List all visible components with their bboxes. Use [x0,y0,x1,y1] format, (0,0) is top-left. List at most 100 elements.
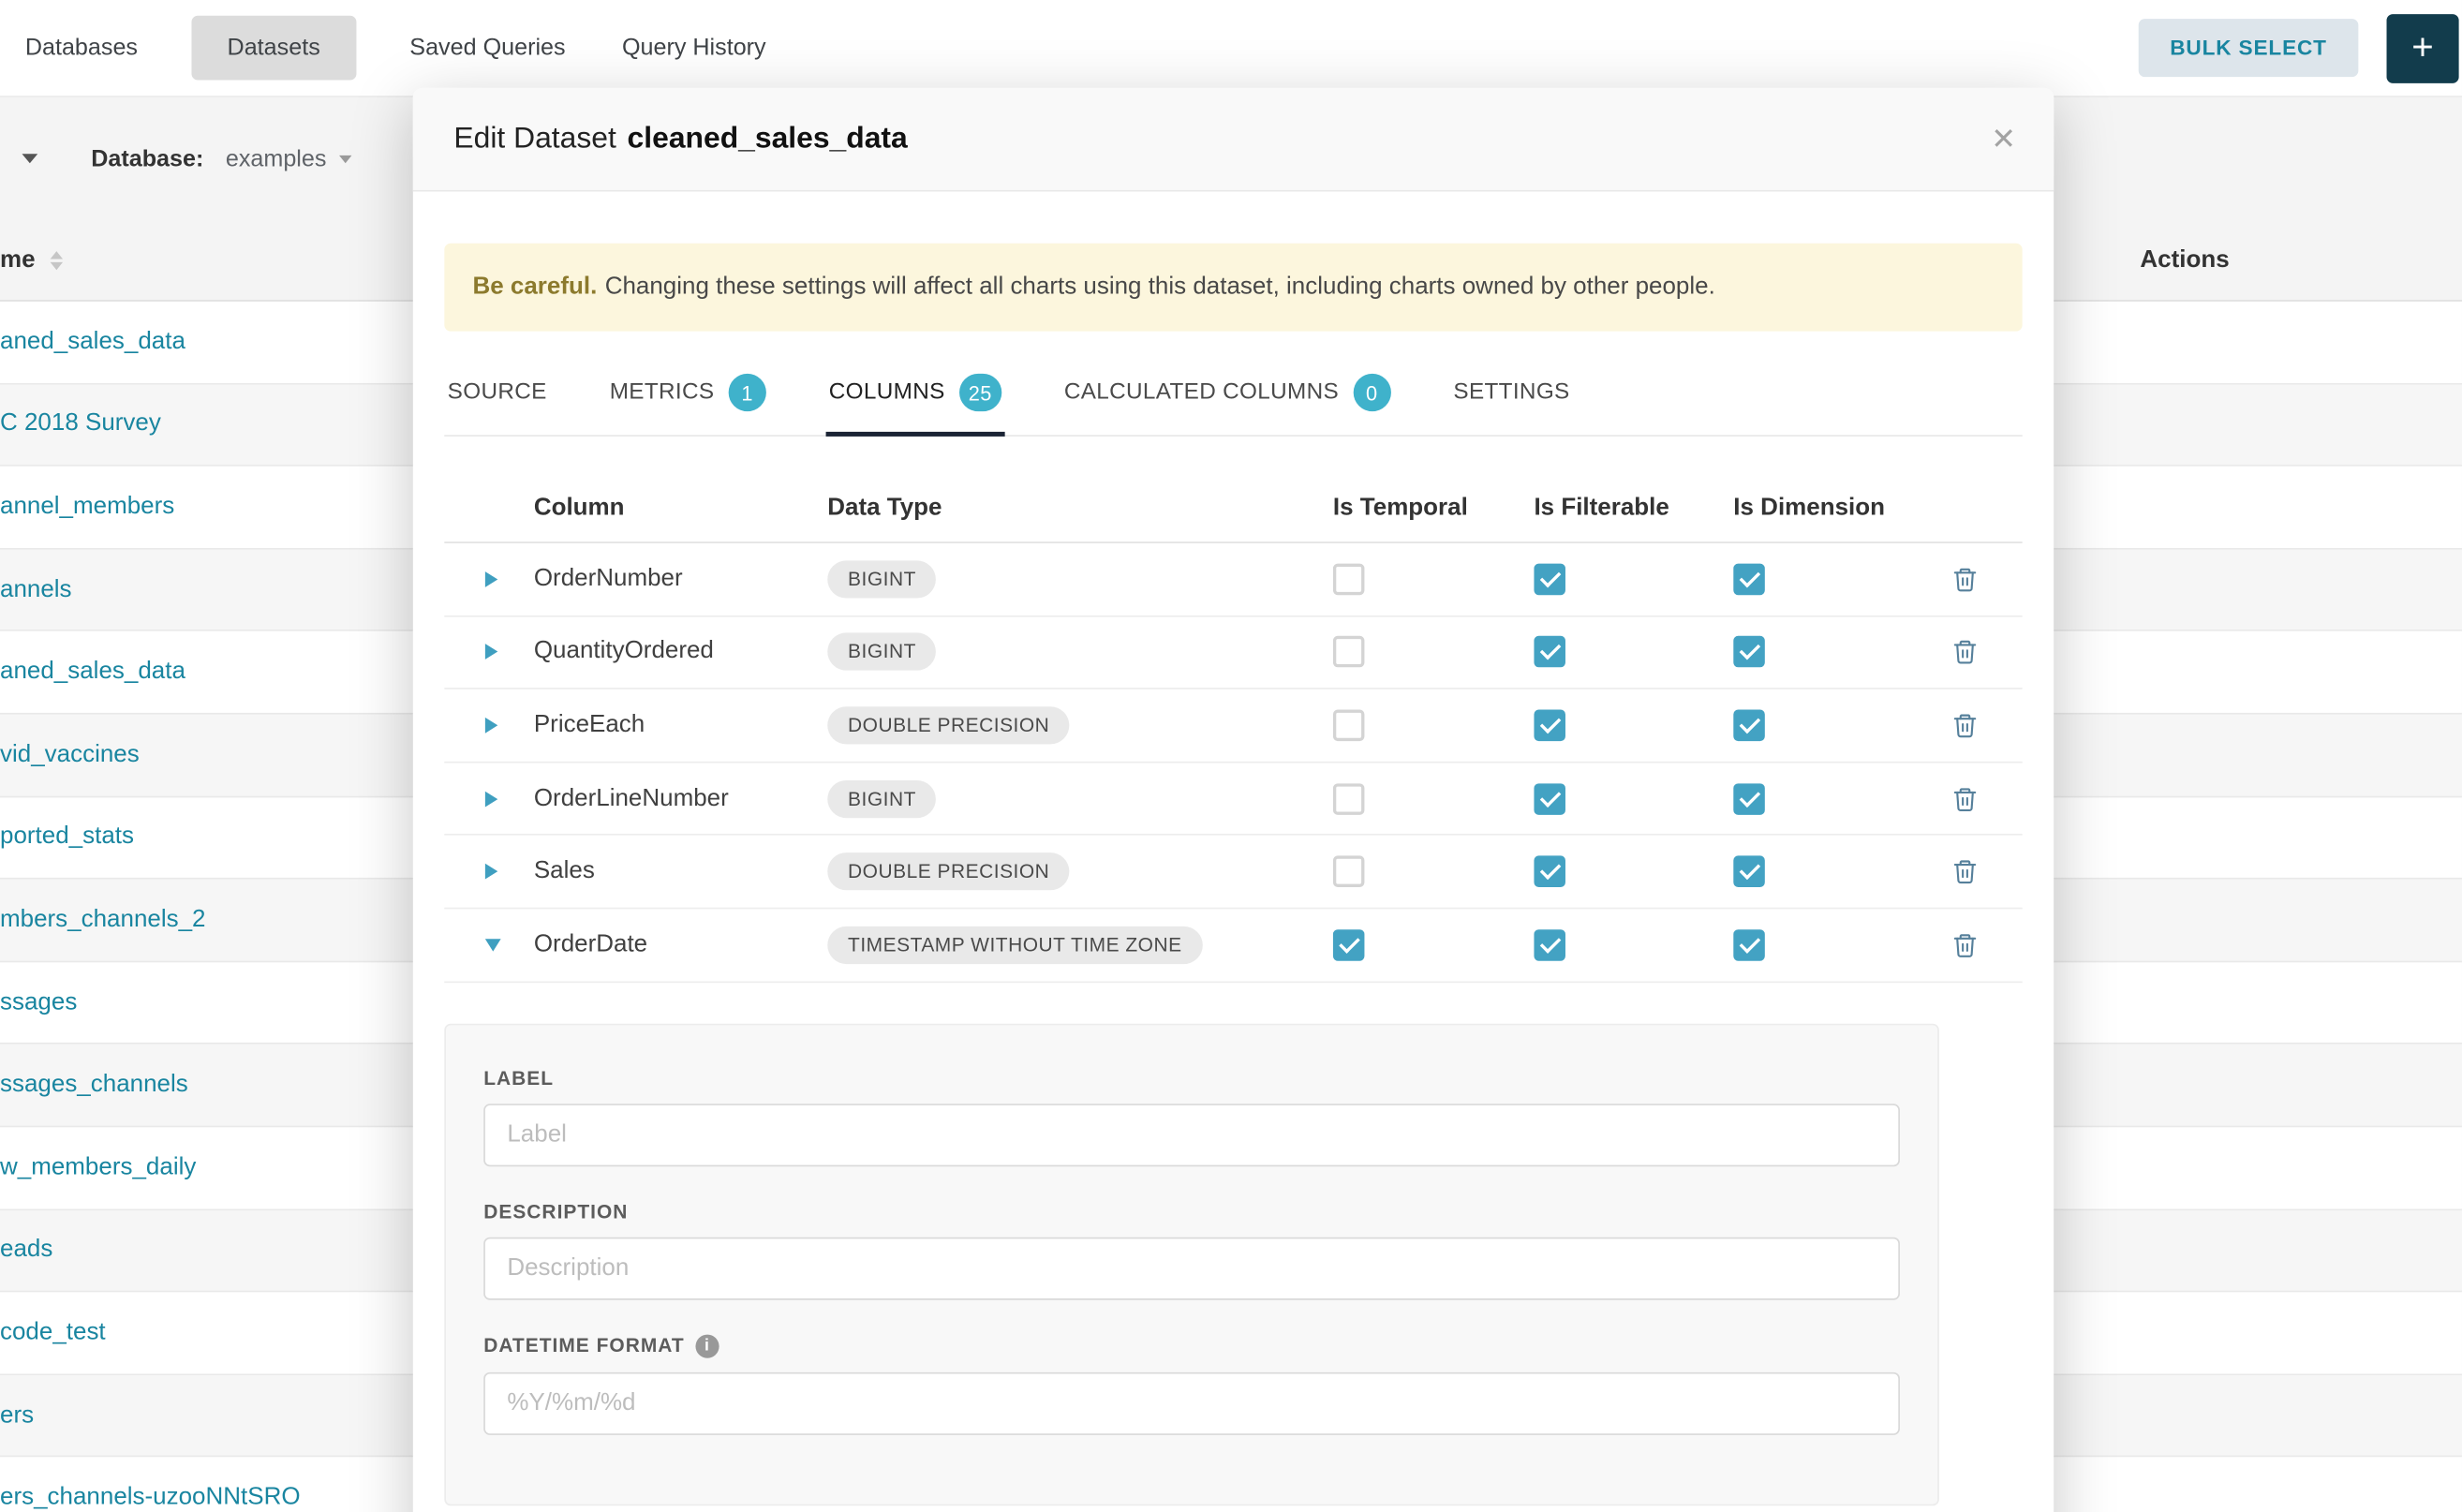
column-row: OrderDateTIMESTAMP WITHOUT TIME ZONE [444,909,2022,982]
is-dimension-checkbox[interactable] [1733,710,1765,742]
is-filterable-checkbox[interactable] [1534,710,1565,742]
nav-item-databases[interactable]: Databases [22,16,141,81]
dropdown-caret-icon[interactable] [22,154,37,163]
is-temporal-checkbox[interactable] [1333,856,1365,888]
is-filterable-checkbox[interactable] [1534,783,1565,815]
database-caret-icon[interactable] [339,155,351,162]
bulk-select-button[interactable]: BULK SELECT [2139,19,2359,77]
data-type-pill: BIGINT [827,779,936,817]
column-name: QuantityOrdered [534,638,827,666]
is-filterable-checkbox[interactable] [1534,636,1565,668]
is-temporal-checkbox[interactable] [1333,710,1365,742]
expand-caret-icon[interactable] [485,718,497,734]
expand-caret-icon[interactable] [485,645,497,660]
trash-icon [1951,930,1978,958]
columns-table-header: Column Data Type Is Temporal Is Filterab… [444,474,2022,543]
dataset-link[interactable]: aned_sales_data [0,659,185,687]
tab-settings[interactable]: SETTINGS [1450,364,1573,437]
column-name: OrderLineNumber [534,784,827,812]
delete-column-button[interactable] [1951,565,1978,593]
is-filterable-checkbox[interactable] [1534,856,1565,888]
sort-up-icon [51,250,63,258]
modal-header: Edit Dataset cleaned_sales_data ✕ [413,88,2054,192]
dataset-link[interactable]: ssages [0,988,77,1016]
is-temporal-checkbox[interactable] [1333,636,1365,668]
is-filterable-checkbox[interactable] [1534,563,1565,595]
warning-bold-text: Be careful. [472,274,597,300]
dataset-link[interactable]: ers_channels-uzooNNtSRO [0,1484,301,1512]
trash-icon [1951,857,1978,885]
label-field: LABEL [483,1067,1900,1166]
top-nav: Databases Datasets Saved Queries Query Hist… [0,0,2462,97]
datetime-format-input[interactable] [483,1371,1900,1434]
expand-caret-icon[interactable] [485,939,501,951]
dataset-link[interactable]: ssages_channels [0,1071,188,1099]
expand-caret-icon[interactable] [485,571,497,587]
dataset-link[interactable]: annel_members [0,493,174,521]
info-icon[interactable]: i [695,1334,719,1357]
tab-count-badge: 25 [959,374,1001,411]
close-icon[interactable]: ✕ [1991,123,2016,159]
dataset-link[interactable]: code_test [0,1319,106,1347]
tab-label: METRICS [610,380,715,406]
delete-column-button[interactable] [1951,711,1978,739]
delete-column-button[interactable] [1951,857,1978,885]
database-filter-label: Database: [91,145,203,171]
dataset-link[interactable]: aned_sales_data [0,328,185,356]
column-row: OrderLineNumberBIGINT [444,763,2022,836]
is-filterable-header: Is Filterable [1534,494,1733,522]
is-temporal-checkbox[interactable] [1333,783,1365,815]
column-row: QuantityOrderedBIGINT [444,616,2022,689]
column-header: Column [534,494,827,522]
is-dimension-header: Is Dimension [1733,494,1951,522]
is-dimension-checkbox[interactable] [1733,856,1765,888]
is-temporal-checkbox[interactable] [1333,929,1365,961]
database-filter-value[interactable]: examples [226,145,327,171]
delete-column-button[interactable] [1951,930,1978,958]
is-dimension-checkbox[interactable] [1733,929,1765,961]
expand-caret-icon[interactable] [485,791,497,807]
is-dimension-checkbox[interactable] [1733,783,1765,815]
dataset-link[interactable]: vid_vaccines [0,741,140,769]
delete-column-button[interactable] [1951,638,1978,666]
dataset-link[interactable]: mbers_channels_2 [0,906,206,934]
tab-source[interactable]: SOURCE [444,364,550,437]
data-type-pill: DOUBLE PRECISION [827,852,1070,890]
nav-item-saved-queries[interactable]: Saved Queries [407,16,569,81]
dataset-link[interactable]: C 2018 Survey [0,410,161,438]
label-input[interactable] [483,1103,1900,1165]
description-field-label: DESCRIPTION [483,1200,1900,1222]
column-name: OrderDate [534,930,827,958]
delete-column-button[interactable] [1951,784,1978,812]
tab-calculated-columns[interactable]: CALCULATED COLUMNS0 [1060,364,1393,437]
dataset-link[interactable]: w_members_daily [0,1153,196,1181]
dataset-link[interactable]: eads [0,1237,52,1265]
data-type-pill: DOUBLE PRECISION [827,706,1070,744]
tab-metrics[interactable]: METRICS1 [606,364,769,437]
is-dimension-checkbox[interactable] [1733,636,1765,668]
tab-columns[interactable]: COLUMNS25 [825,364,1004,437]
dataset-link[interactable]: annels [0,575,72,603]
tab-label: SETTINGS [1453,380,1569,406]
tab-label: SOURCE [448,380,547,406]
nav-item-datasets[interactable]: Datasets [191,16,356,81]
dataset-link[interactable]: ers [0,1401,34,1430]
actions-column-header: Actions [2140,245,2229,274]
modal-title: Edit Dataset [453,122,616,156]
is-temporal-checkbox[interactable] [1333,563,1365,595]
data-type-header: Data Type [827,494,1333,522]
expand-caret-icon[interactable] [485,864,497,880]
columns-table: Column Data Type Is Temporal Is Filterab… [444,474,2022,982]
description-input[interactable] [483,1237,1900,1299]
edit-dataset-modal: Edit Dataset cleaned_sales_data ✕ Be car… [413,88,2054,1512]
add-dataset-button[interactable]: + [2387,13,2459,82]
trash-icon [1951,638,1978,666]
sort-icon[interactable] [51,250,63,269]
name-column-header[interactable]: me [0,245,36,274]
is-dimension-checkbox[interactable] [1733,563,1765,595]
modal-body: Be careful.Changing these settings will … [413,244,2054,1512]
is-filterable-checkbox[interactable] [1534,929,1565,961]
column-row: OrderNumberBIGINT [444,543,2022,616]
nav-item-query-history[interactable]: Query History [619,16,769,81]
dataset-link[interactable]: ported_stats [0,823,134,852]
